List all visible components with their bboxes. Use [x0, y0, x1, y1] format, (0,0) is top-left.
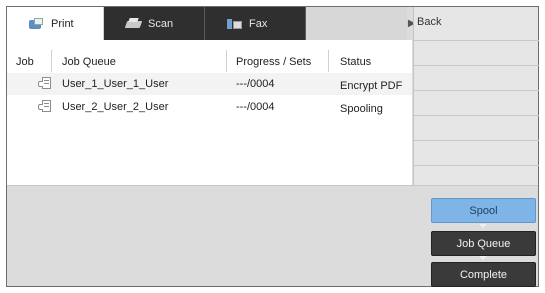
column-divider	[51, 50, 52, 72]
flow-down-arrow-icon	[479, 256, 487, 260]
tab-scan-label: Scan	[148, 17, 174, 30]
job-name: User_1_User_1_User	[62, 78, 169, 90]
action-panel: Back	[413, 7, 539, 185]
job-progress: ---/0004	[236, 78, 275, 90]
table-row[interactable]: User_2_User_2_User ---/0004 Spooling	[7, 96, 412, 118]
spool-button[interactable]: Spool	[431, 198, 536, 223]
back-button[interactable]: Back	[414, 7, 539, 40]
job-queue-button[interactable]: Job Queue	[431, 231, 536, 256]
panel-divider	[414, 140, 539, 141]
column-divider	[226, 50, 227, 72]
column-header-status: Status	[340, 56, 372, 68]
tab-fax-label: Fax	[249, 17, 268, 30]
panel-divider	[414, 40, 539, 41]
scan-icon	[124, 17, 143, 30]
complete-button[interactable]: Complete	[431, 262, 536, 287]
table-row[interactable]: User_1_User_1_User ---/0004 Encrypt PDF	[7, 73, 412, 95]
tab-bar: Print Scan Fax	[7, 7, 407, 40]
flow-down-arrow-icon	[479, 224, 487, 228]
column-header-job: Job	[16, 56, 34, 68]
tab-print[interactable]: Print	[7, 7, 104, 40]
tab-fax[interactable]: Fax	[205, 7, 306, 40]
job-name: User_2_User_2_User	[62, 101, 169, 113]
print-icon	[29, 17, 45, 30]
tab-scan[interactable]: Scan	[104, 7, 205, 40]
job-progress: ---/0004	[236, 101, 275, 113]
column-divider	[328, 50, 329, 72]
table-header: Job Job Queue Progress / Sets Status	[7, 50, 412, 72]
job-status: Spooling	[340, 103, 383, 115]
column-header-progress: Progress / Sets	[236, 56, 312, 68]
panel-divider	[414, 165, 539, 166]
job-document-icon	[38, 100, 52, 113]
tab-print-label: Print	[51, 17, 74, 30]
panel-divider	[414, 90, 539, 91]
panel-divider	[414, 65, 539, 66]
fax-icon	[227, 18, 243, 30]
job-table: Job Job Queue Progress / Sets Status Use…	[7, 40, 412, 185]
column-header-job-queue: Job Queue	[62, 56, 116, 68]
panel-divider	[414, 115, 539, 116]
job-status: Encrypt PDF	[340, 80, 403, 92]
job-document-icon	[38, 77, 52, 90]
tab-bar-empty	[306, 7, 407, 40]
